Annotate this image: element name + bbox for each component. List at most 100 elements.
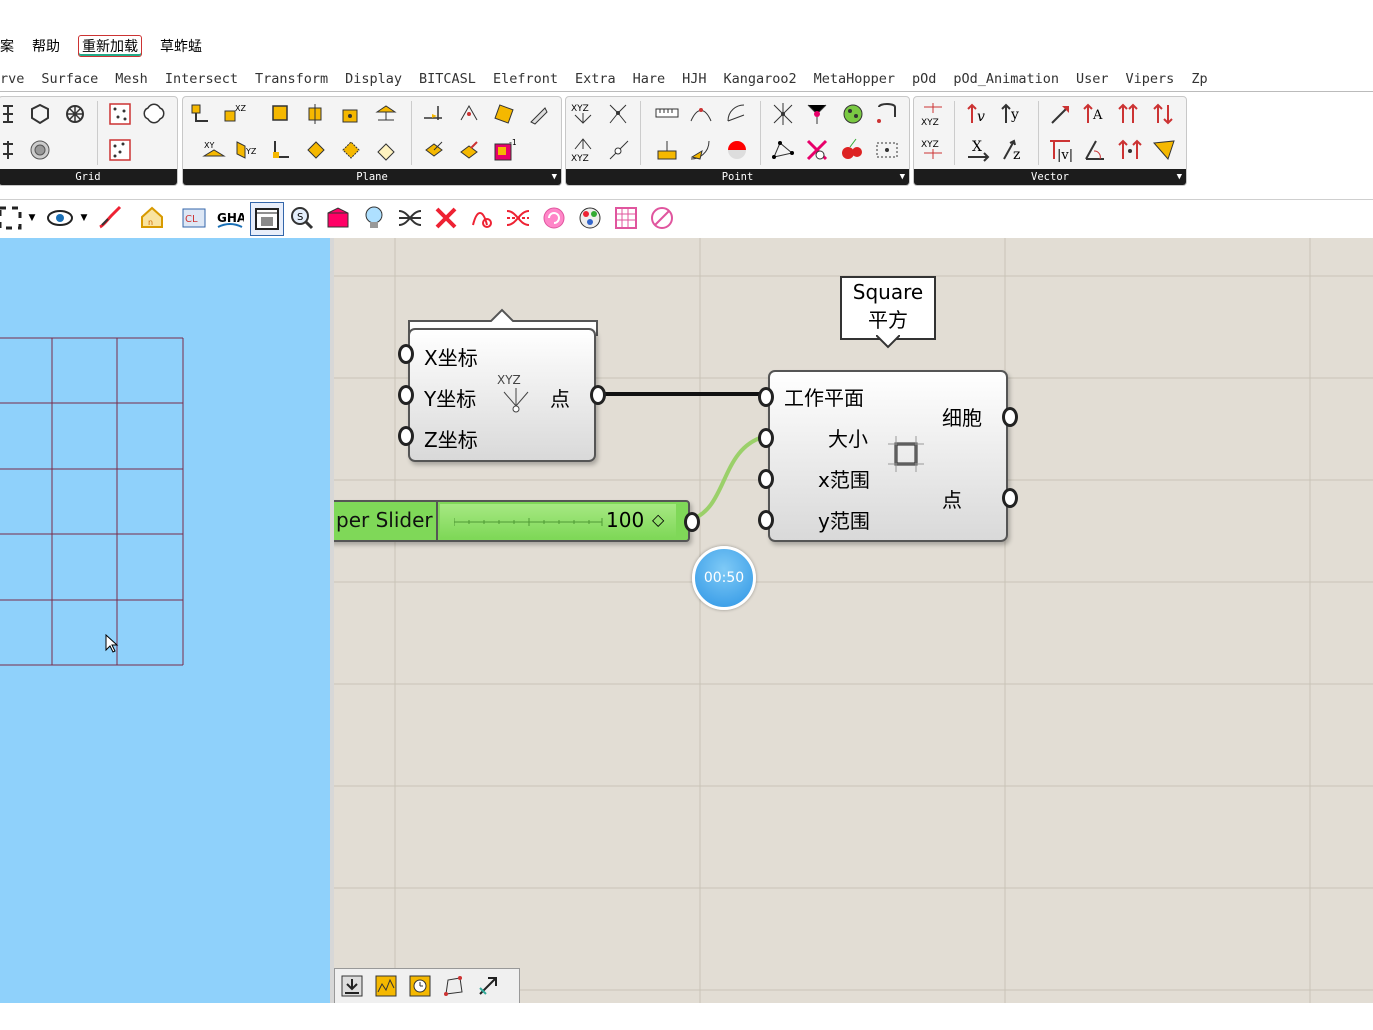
plane-icon-4[interactable] xyxy=(338,101,364,127)
delete-wire-icon[interactable] xyxy=(432,204,460,232)
plane-icon-16[interactable]: -1 xyxy=(491,137,517,163)
populate-2d-icon[interactable] xyxy=(107,101,133,127)
vector-unit-x-icon[interactable]: X xyxy=(966,137,992,163)
menu-item-help[interactable]: 帮助 xyxy=(32,36,60,56)
plane-icon-8[interactable] xyxy=(338,137,364,163)
vector-amplitude-icon[interactable]: v xyxy=(966,101,992,127)
tab-pod[interactable]: pOd xyxy=(912,71,936,87)
point-cull-duplicates-icon[interactable] xyxy=(804,137,830,163)
tab-metahopper[interactable]: MetaHopper xyxy=(814,71,895,87)
plane-yz-icon[interactable]: YZ xyxy=(233,137,259,163)
slider-track[interactable]: 100 ◇ xyxy=(440,504,676,538)
palette-icon[interactable] xyxy=(576,204,604,232)
zoom-extents-icon[interactable] xyxy=(0,204,24,232)
sketch-pen-icon[interactable] xyxy=(96,204,124,232)
tab-transform[interactable]: Transform xyxy=(255,71,328,87)
tab-display[interactable]: Display xyxy=(345,71,402,87)
plane-icon-2[interactable] xyxy=(268,101,294,127)
search-icon[interactable]: S xyxy=(288,204,316,232)
pt-y-grip[interactable] xyxy=(398,385,414,405)
wires-icon[interactable] xyxy=(396,204,424,232)
slider-knob-icon[interactable]: ◇ xyxy=(652,510,664,529)
vector-reverse-icon[interactable] xyxy=(1152,101,1178,127)
point-cherry-icon[interactable] xyxy=(840,137,866,163)
menu-item-reload[interactable]: 重新加载 xyxy=(78,35,142,57)
plane-icon-1[interactable] xyxy=(187,101,213,127)
plane-icon-6[interactable] xyxy=(268,137,294,163)
plane-icon-13[interactable] xyxy=(526,101,552,127)
tab-extra[interactable]: Extra xyxy=(575,71,616,87)
point-num-icon[interactable] xyxy=(606,137,632,163)
point-closest-icon[interactable] xyxy=(688,101,714,127)
widget-clock-icon[interactable] xyxy=(407,973,433,999)
construct-point-component[interactable]: X坐标 Y坐标 Z坐标 XYZ 点 xyxy=(408,328,596,462)
cycle-icon[interactable] xyxy=(540,204,568,232)
vector-xyz-icon[interactable]: XYZ xyxy=(920,101,946,127)
plane-xy-icon[interactable]: XY xyxy=(201,137,227,163)
widget-download-icon[interactable] xyxy=(339,973,365,999)
plane-icon-10[interactable] xyxy=(421,101,447,127)
rhino-viewport[interactable] xyxy=(0,238,330,1003)
grid-square-icon[interactable] xyxy=(0,137,25,163)
grid-hex-icon[interactable] xyxy=(27,101,53,127)
square-grid-component[interactable]: 工作平面 大小 x范围 y范围 细胞 点 xyxy=(768,370,1008,542)
pt-output-grip[interactable] xyxy=(590,385,606,405)
plane-icon-5[interactable] xyxy=(373,101,399,127)
populate-3d-icon[interactable] xyxy=(107,137,133,163)
lightbulb-icon[interactable] xyxy=(360,204,388,232)
tab-user[interactable]: User xyxy=(1076,71,1109,87)
plane-icon-9[interactable] xyxy=(373,137,399,163)
populate-geometry-icon[interactable] xyxy=(142,101,168,127)
widget-chart-icon[interactable] xyxy=(373,973,399,999)
vector-deconstruct-icon[interactable]: XYZ xyxy=(920,137,946,163)
square-xrange-grip[interactable] xyxy=(758,469,774,489)
point-xyz2-icon[interactable]: XYZ xyxy=(570,137,596,163)
point-distance-icon[interactable] xyxy=(654,101,680,127)
vector-rotate-icon[interactable] xyxy=(1082,137,1108,163)
plane-icon-3[interactable] xyxy=(303,101,329,127)
table-icon[interactable] xyxy=(612,204,640,232)
grid-radial-icon[interactable] xyxy=(62,101,88,127)
menu-item-grasshopper[interactable]: 草蚱蜢 xyxy=(160,36,202,56)
square-yrange-grip[interactable] xyxy=(758,510,774,530)
tab-bitcasl[interactable]: BITCASL xyxy=(419,71,476,87)
split-icon[interactable] xyxy=(504,204,532,232)
tab-kangaroo2[interactable]: Kangaroo2 xyxy=(724,71,797,87)
tab-pod-animation[interactable]: pOd_Animation xyxy=(953,71,1059,87)
grasshopper-canvas[interactable]: X坐标 Y坐标 Z坐标 XYZ 点 Square 平方 工作平面 大小 x范围 … xyxy=(334,238,1373,1003)
point-sort-icon[interactable] xyxy=(874,101,900,127)
plane-icon-11[interactable] xyxy=(456,101,482,127)
vector-dot-icon[interactable] xyxy=(1117,137,1143,163)
disable-icon[interactable] xyxy=(648,204,676,232)
canvas-window-icon[interactable] xyxy=(250,202,284,236)
plane-icon-7[interactable] xyxy=(303,137,329,163)
tab-zp[interactable]: Zp xyxy=(1191,71,1207,87)
point-project-icon[interactable] xyxy=(654,137,680,163)
square-size-grip[interactable] xyxy=(758,428,774,448)
plane-icon-12[interactable] xyxy=(491,101,517,127)
point-cloud-icon[interactable] xyxy=(770,101,796,127)
square-plane-grip[interactable] xyxy=(758,387,774,407)
vector-angle-icon[interactable]: A xyxy=(1082,101,1108,127)
point-barycentric-icon[interactable] xyxy=(724,137,750,163)
grid-rect-icon[interactable] xyxy=(0,101,25,127)
point-pull-icon[interactable] xyxy=(688,137,714,163)
tab-hjh[interactable]: HJH xyxy=(682,71,706,87)
point-cull-icon[interactable] xyxy=(804,101,830,127)
grid-web-icon[interactable] xyxy=(27,137,53,163)
cluster-icon[interactable]: CL xyxy=(180,204,208,232)
plane-xz-icon[interactable]: XZ xyxy=(221,101,247,127)
number-slider[interactable]: per Slider 100 ◇ xyxy=(334,500,690,542)
zoom-dropdown-icon[interactable]: ▼ xyxy=(24,204,40,232)
point-polyline-icon[interactable] xyxy=(770,137,796,163)
vector-display-icon[interactable] xyxy=(1152,137,1178,163)
point-xyz-icon[interactable]: XYZ xyxy=(570,101,596,127)
square-points-grip[interactable] xyxy=(1002,488,1018,508)
point-group-icon[interactable] xyxy=(840,101,866,127)
widget-arrow-icon[interactable] xyxy=(475,973,501,999)
point-grid-icon[interactable] xyxy=(874,137,900,163)
plane-icon-15[interactable] xyxy=(456,137,482,163)
preview-eye-icon[interactable] xyxy=(46,204,74,232)
point-deconstruct-icon[interactable] xyxy=(606,101,632,127)
vector-2pt-icon[interactable] xyxy=(1048,101,1074,127)
